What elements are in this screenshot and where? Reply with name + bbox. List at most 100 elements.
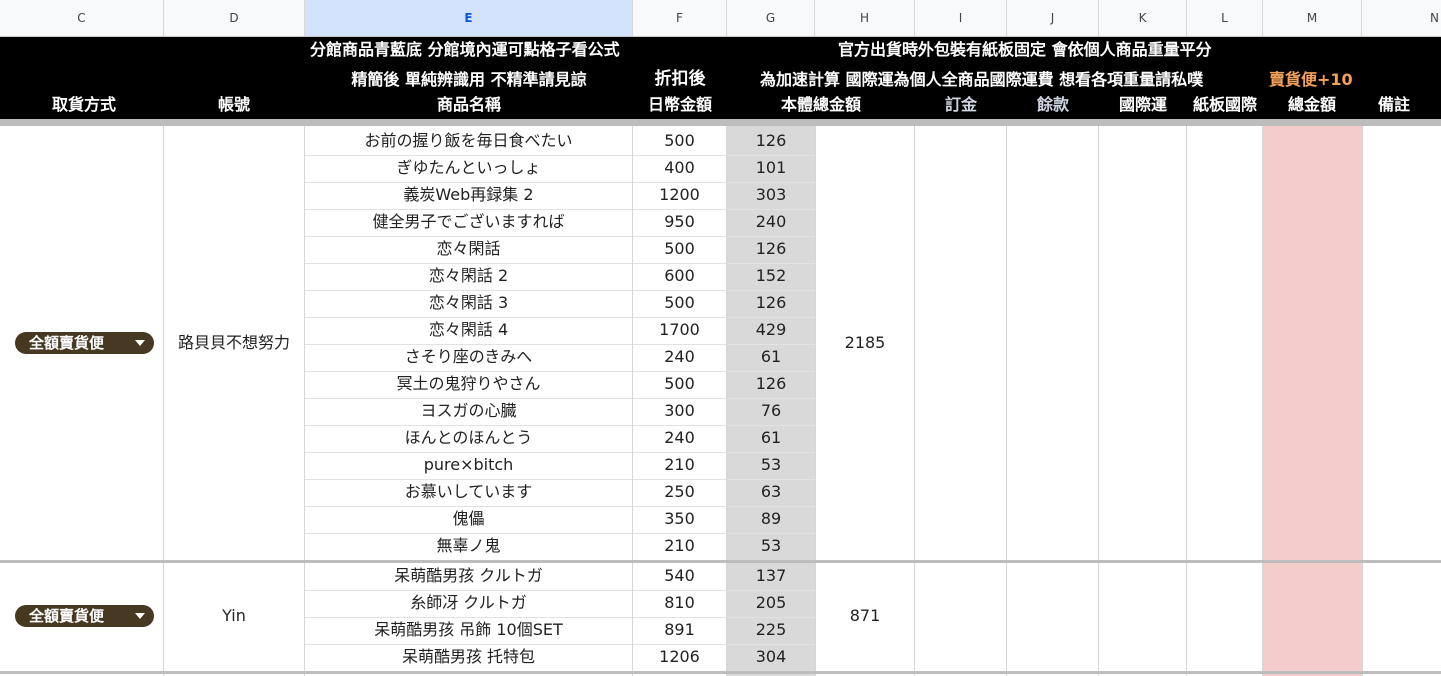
converted-amount-cell[interactable]: 53 <box>727 451 815 478</box>
column-header-i[interactable]: I <box>915 0 1007 36</box>
column-header-h[interactable]: H <box>815 0 915 36</box>
column-header-n[interactable]: N <box>1362 0 1441 36</box>
jpy-amount-cell[interactable]: 810 <box>633 589 726 616</box>
product-name-cell[interactable]: 健全男子でございますれば <box>305 208 632 235</box>
product-name-cell[interactable]: お前の握り飯を毎日食べたい <box>305 127 632 154</box>
jpy-amount-cell[interactable]: 210 <box>633 532 726 559</box>
column-header-e[interactable]: E <box>305 0 633 36</box>
jpy-amount-cell[interactable]: 950 <box>633 208 726 235</box>
converted-amount-cell[interactable]: 152 <box>727 262 815 289</box>
converted-amount-cell[interactable]: 89 <box>727 505 815 532</box>
product-name-cell[interactable]: 呆萌酷男孩 托特包 <box>305 643 632 670</box>
converted-amount-cell[interactable]: 240 <box>727 208 815 235</box>
jpy-amount-cell[interactable]: 600 <box>633 262 726 289</box>
header-remarks: 備註 <box>1377 95 1411 114</box>
jpy-amount-cell[interactable]: 500 <box>633 289 726 316</box>
base-total-amount[interactable]: 2185 <box>816 332 914 354</box>
column-header-l[interactable]: L <box>1187 0 1263 36</box>
column-m-fill <box>1263 126 1362 560</box>
converted-amount-cell[interactable]: 53 <box>727 532 815 559</box>
jpy-amount-cell[interactable]: 1206 <box>633 643 726 670</box>
col-line <box>1098 126 1099 676</box>
product-name-cell[interactable]: 糸師冴 クルトガ <box>305 589 632 616</box>
jpy-amount-cell[interactable]: 350 <box>633 505 726 532</box>
col-line <box>815 126 816 676</box>
jpy-amount-cell[interactable]: 500 <box>633 127 726 154</box>
header-fee-note: 賣貨便+10 <box>1269 70 1353 89</box>
col-line <box>914 126 915 676</box>
product-name-cell[interactable]: さそり座のきみへ <box>305 343 632 370</box>
column-header-j[interactable]: J <box>1007 0 1099 36</box>
converted-amount-cell[interactable]: 225 <box>727 616 815 643</box>
header-product-name: 商品名稱 <box>436 95 502 114</box>
product-name-cell[interactable]: 恋々閑話 <box>305 235 632 262</box>
jpy-amount-cell[interactable]: 300 <box>633 397 726 424</box>
pickup-method-dropdown[interactable]: 全額賣貨便 <box>15 332 154 354</box>
jpy-amount-cell[interactable]: 1200 <box>633 181 726 208</box>
converted-amount-cell[interactable]: 63 <box>727 478 815 505</box>
converted-amount-cell[interactable]: 61 <box>727 424 815 451</box>
base-total-amount[interactable]: 871 <box>816 605 914 627</box>
pickup-method-dropdown[interactable]: 全額賣貨便 <box>15 605 154 627</box>
converted-amount-cell[interactable]: 101 <box>727 154 815 181</box>
product-name-cell[interactable]: 呆萌酷男孩 吊飾 10個SET <box>305 616 632 643</box>
column-m-fill <box>1263 563 1362 671</box>
jpy-amount-cell[interactable]: 500 <box>633 235 726 262</box>
product-name-cell[interactable]: 傀儡 <box>305 505 632 532</box>
product-name-cell[interactable]: 恋々閑話 4 <box>305 316 632 343</box>
column-header-m[interactable]: M <box>1263 0 1362 36</box>
product-name-cell[interactable]: ヨスガの心臓 <box>305 397 632 424</box>
product-name-cell[interactable]: 恋々閑話 3 <box>305 289 632 316</box>
jpy-amount-cell[interactable]: 540 <box>633 562 726 589</box>
header-balance: 餘款 <box>1036 95 1070 114</box>
product-name-cell[interactable]: 無辜ノ鬼 <box>305 532 632 559</box>
header-discount: 折扣後 <box>654 69 706 89</box>
converted-amount-cell[interactable]: 76 <box>727 397 815 424</box>
jpy-amount-cell[interactable]: 1700 <box>633 316 726 343</box>
pickup-method-label: 全額賣貨便 <box>29 334 105 352</box>
converted-amount-cell[interactable]: 137 <box>727 562 815 589</box>
converted-amount-cell[interactable]: 126 <box>727 235 815 262</box>
header-account: 帳號 <box>217 95 251 114</box>
column-header-c[interactable]: C <box>0 0 164 36</box>
converted-amount-cell[interactable]: 126 <box>727 370 815 397</box>
converted-amount-cell[interactable]: 205 <box>727 589 815 616</box>
converted-amount-cell[interactable]: 429 <box>727 316 815 343</box>
converted-amount-cell[interactable]: 304 <box>727 643 815 670</box>
column-header-g[interactable]: G <box>727 0 815 36</box>
product-name-cell[interactable]: 恋々閑話 2 <box>305 262 632 289</box>
jpy-amount-cell[interactable]: 400 <box>633 154 726 181</box>
frozen-divider <box>0 119 1441 126</box>
product-name-cell[interactable]: ぎゆたんといっしょ <box>305 154 632 181</box>
header-note-intl-shipping: 為加速計算 國際運為個人全商品國際運費 想看各項重量請私噗 <box>760 70 1204 89</box>
jpy-amount-cell[interactable]: 891 <box>633 616 726 643</box>
col-line <box>1006 126 1007 676</box>
header-deposit: 訂金 <box>944 95 978 114</box>
converted-amount-cell[interactable]: 126 <box>727 127 815 154</box>
product-name-cell[interactable]: pure×bitch <box>305 451 632 478</box>
account-name[interactable]: Yin <box>164 605 304 627</box>
jpy-amount-cell[interactable]: 210 <box>633 451 726 478</box>
product-name-cell[interactable]: 冥土の鬼狩りやさん <box>305 370 632 397</box>
converted-amount-cell[interactable]: 61 <box>727 343 815 370</box>
product-name-cell[interactable]: 義炭Web再録集 2 <box>305 181 632 208</box>
jpy-amount-cell[interactable]: 250 <box>633 478 726 505</box>
dropdown-arrow-icon <box>135 613 145 619</box>
header-cardboard-intl: 紙板國際 <box>1192 95 1258 114</box>
header-jpy-amount: 日幣金額 <box>647 95 713 114</box>
product-name-cell[interactable]: お慕いしています <box>305 478 632 505</box>
col-line <box>1186 126 1187 676</box>
column-header-d[interactable]: D <box>164 0 305 36</box>
converted-amount-cell[interactable]: 126 <box>727 289 815 316</box>
col-line <box>1362 126 1363 676</box>
jpy-amount-cell[interactable]: 240 <box>633 424 726 451</box>
column-header-k[interactable]: K <box>1099 0 1187 36</box>
jpy-amount-cell[interactable]: 240 <box>633 343 726 370</box>
header-grand-total: 總金額 <box>1287 95 1337 114</box>
jpy-amount-cell[interactable]: 500 <box>633 370 726 397</box>
product-name-cell[interactable]: 呆萌酷男孩 クルトガ <box>305 562 632 589</box>
converted-amount-cell[interactable]: 303 <box>727 181 815 208</box>
account-name[interactable]: 路貝貝不想努力 <box>164 332 304 354</box>
column-header-f[interactable]: F <box>633 0 727 36</box>
product-name-cell[interactable]: ほんとのほんとう <box>305 424 632 451</box>
